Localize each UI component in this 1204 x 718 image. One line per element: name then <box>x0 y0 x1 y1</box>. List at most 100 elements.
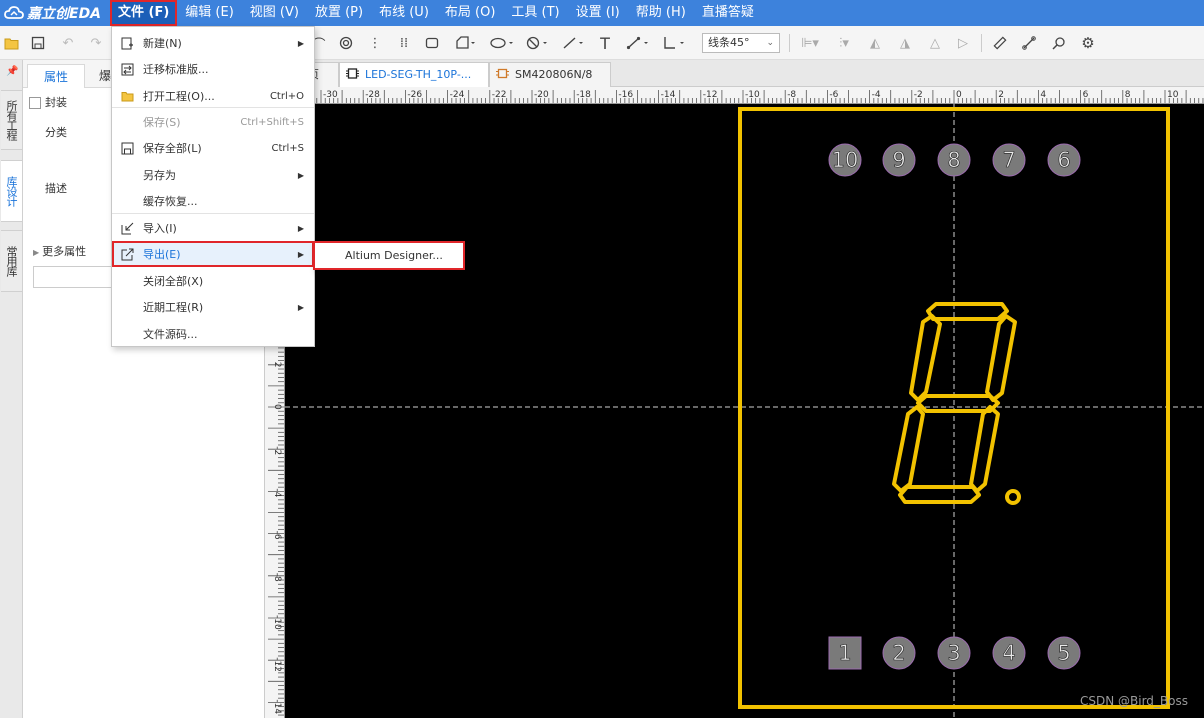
menu-6[interactable]: 工具 (T) <box>503 0 567 26</box>
save-icon[interactable] <box>30 35 46 51</box>
pad-tool-icon[interactable] <box>338 35 354 51</box>
segment-c[interactable] <box>969 405 1000 493</box>
mirror-icon[interactable]: △ <box>927 35 943 51</box>
text-tool-icon[interactable]: T <box>597 34 613 53</box>
redo-icon[interactable]: ↷ <box>88 35 104 51</box>
dimension-tool-icon[interactable] <box>625 35 653 51</box>
file-menu-item-6[interactable]: 缓存恢复... <box>112 188 314 214</box>
file-menu-item-11[interactable]: 文件源码... <box>112 321 314 347</box>
pad-array-icon[interactable]: ⁞⁞ <box>396 35 412 51</box>
cloud-logo-icon <box>4 6 24 19</box>
doc-tab-sm420806[interactable]: SM420806N/8 <box>489 62 611 87</box>
open-folder-icon[interactable] <box>3 35 19 51</box>
horizontal-ruler[interactable]: -30 -28 -26 -24 -22 -20 -18 -16 -14 -12 -10 -8 -6 -4-… <box>285 87 1204 104</box>
undo-icon[interactable]: ↶ <box>60 35 76 51</box>
menu-0[interactable]: 文件 (F) <box>110 0 178 26</box>
file-menu-item-9[interactable]: 关闭全部(X) <box>112 268 314 294</box>
pads-group: 10 9 8 7 6 1 2 3 4 5 <box>828 143 1081 670</box>
category-label: 分类 <box>45 126 67 139</box>
ruler-label: 0 <box>272 404 282 410</box>
line-mode-value: 线条45° <box>708 36 750 49</box>
blank-icon <box>120 194 134 208</box>
menu-4[interactable]: 布线 (U) <box>371 0 437 26</box>
tab-properties[interactable]: 属性 <box>27 64 85 88</box>
migrate-icon <box>120 62 134 76</box>
doc-tab-led-seg[interactable]: LED-SEG-TH_10P-... <box>339 62 489 87</box>
ruler-icon[interactable] <box>992 35 1008 51</box>
description-label: 描述 <box>45 182 67 195</box>
ruler-label: -16 <box>618 90 633 100</box>
decimal-point-silkscreen[interactable] <box>1005 489 1021 505</box>
pcb-canvas[interactable]: 10 9 8 7 6 1 2 3 4 5 CSDN @Bird_Boss <box>285 104 1204 718</box>
ruler-label: -30 <box>323 90 338 100</box>
polygon-tool-icon[interactable] <box>453 35 479 51</box>
menu-8[interactable]: 帮助 (H) <box>628 0 694 26</box>
ruler-label: -20 <box>534 90 549 100</box>
segment-e[interactable] <box>892 405 925 493</box>
pad-number-label: 9 <box>892 148 905 172</box>
pad-number-label: 1 <box>838 641 851 665</box>
file-menu-item-0[interactable]: 新建(N) ▶ <box>112 30 314 56</box>
ruler-label: -4 <box>872 90 881 100</box>
file-menu-item-3[interactable]: 保存(S) Ctrl+Shift+S <box>112 109 314 135</box>
gear-icon[interactable]: ⚙ <box>1080 34 1096 52</box>
file-menu-item-label: 另存为 <box>143 169 176 182</box>
ruler-label: -6 <box>272 531 282 540</box>
angle-dimension-icon[interactable] <box>661 35 689 51</box>
file-menu-item-1[interactable]: 迁移标准版... <box>112 56 314 82</box>
line-tool-icon[interactable] <box>561 35 587 51</box>
segment-a[interactable] <box>926 302 1009 321</box>
menu-3[interactable]: 放置 (P) <box>307 0 371 26</box>
flip-horizontal-icon[interactable]: ◭ <box>867 35 883 51</box>
properties-search-input[interactable] <box>33 266 123 288</box>
via-array-icon[interactable]: ⋮ <box>367 35 383 51</box>
app-logo[interactable]: 嘉立创EDA <box>0 0 110 26</box>
ruler-label: -14 <box>661 90 676 100</box>
menubar: 嘉立创EDA 文件 (F) 编辑 (E) 视图 (V) 放置 (P) 布线 (U) 布局 … <box>0 0 1204 26</box>
footprint-checkbox[interactable] <box>29 97 41 109</box>
rect-tool-icon[interactable] <box>424 35 440 51</box>
pad-number-label: 10 <box>832 148 859 172</box>
pin-icon[interactable]: 📌 <box>6 66 18 77</box>
menu-5[interactable]: 布局 (O) <box>437 0 504 26</box>
ruler-label: -26 <box>407 90 422 100</box>
tab-common-library[interactable]: 常用库 <box>1 230 22 292</box>
file-menu-item-8[interactable]: 导出(E) ▶ <box>112 241 314 267</box>
align-left-icon[interactable]: ⊫▾ <box>797 35 823 51</box>
file-menu-item-label: 缓存恢复... <box>143 195 198 208</box>
pad-number-label: 6 <box>1057 148 1070 172</box>
tab-all-projects[interactable]: 所有工程 <box>1 90 22 150</box>
measure-icon[interactable] <box>1021 35 1037 51</box>
ruler-label: -14 <box>272 699 282 714</box>
submenu-arrow-icon: ▶ <box>297 170 304 180</box>
more-properties-row[interactable]: ▶ 更多属性 <box>33 243 86 259</box>
file-menu-item-7[interactable]: 导入(I) ▶ <box>112 215 314 241</box>
menu-7[interactable]: 设置 (I) <box>568 0 628 26</box>
ellipse-tool-icon[interactable] <box>489 35 517 51</box>
export-submenu-altium[interactable]: Altium Designer... <box>313 241 465 270</box>
tab-library-design[interactable]: 库设计 <box>1 160 22 222</box>
ruler-label: 10 <box>1167 90 1179 100</box>
segment-b[interactable] <box>985 314 1017 402</box>
find-icon[interactable] <box>1051 35 1067 51</box>
circle-slash-icon[interactable] <box>525 35 551 51</box>
flip-vertical-icon[interactable]: ◮ <box>897 35 913 51</box>
file-menu-item-4[interactable]: 保存全部(L) Ctrl+S <box>112 135 314 161</box>
send-icon[interactable]: ▷ <box>955 35 971 51</box>
file-menu-item-10[interactable]: 近期工程(R) ▶ <box>112 294 314 320</box>
ruler-label: -24 <box>450 90 465 100</box>
segment-d[interactable] <box>898 485 981 504</box>
ruler-label: -8 <box>272 573 282 582</box>
file-menu-item-2[interactable]: 打开工程(O)... Ctrl+O <box>112 83 314 109</box>
file-menu-item-5[interactable]: 另存为 ▶ <box>112 162 314 188</box>
line-mode-select[interactable]: 线条45° ⌄ <box>702 33 780 53</box>
segment-f[interactable] <box>909 314 942 402</box>
menu-2[interactable]: 视图 (V) <box>242 0 307 26</box>
menu-1[interactable]: 编辑 (E) <box>177 0 242 26</box>
pad-number-label: 2 <box>892 641 905 665</box>
ruler-label: -2 <box>914 90 923 100</box>
menu-9[interactable]: 直播答疑 <box>694 0 762 26</box>
distribute-icon[interactable]: ⫶▾ <box>831 35 857 51</box>
left-sidebar-tabs: 📌 所有工程 库设计 常用库 <box>0 60 23 718</box>
file-menu-item-label: 新建(N) <box>143 37 182 50</box>
